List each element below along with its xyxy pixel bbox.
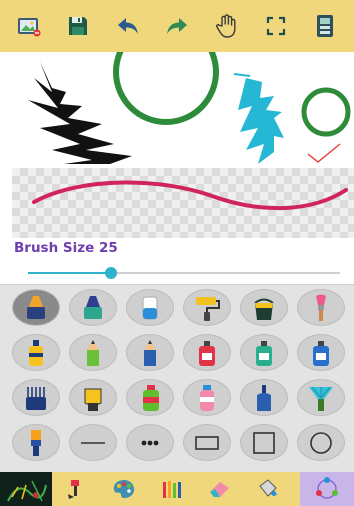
hand-icon[interactable] — [208, 8, 244, 44]
pencil-blue-tool[interactable] — [126, 334, 174, 371]
undo-icon[interactable] — [110, 8, 146, 44]
crayon-navy-tool[interactable] — [12, 289, 60, 326]
marker-blue-tool[interactable] — [126, 289, 174, 326]
pencils-icon[interactable] — [148, 472, 196, 506]
bottom-toolbar — [0, 472, 354, 506]
comb-brush-tool[interactable] — [12, 379, 60, 416]
bottle-teal-tool[interactable] — [240, 334, 288, 371]
paint-roller-tool[interactable] — [183, 289, 231, 326]
bottle-blue-tool[interactable] — [297, 334, 345, 371]
brush-size-slider[interactable] — [14, 263, 340, 283]
fill-icon[interactable] — [244, 472, 292, 506]
brush-tip-tool[interactable] — [12, 424, 60, 461]
line-tool[interactable] — [69, 424, 117, 461]
rectangle-tool[interactable] — [183, 424, 231, 461]
glove-tool[interactable] — [69, 379, 117, 416]
eraser-icon[interactable] — [196, 472, 244, 506]
slider-thumb[interactable] — [105, 267, 118, 279]
save-icon[interactable] — [60, 8, 96, 44]
paintbrush-icon[interactable] — [52, 472, 100, 506]
brush-size-label: Brush Size 25 — [14, 240, 118, 256]
dotted-line-tool[interactable] — [126, 424, 174, 461]
redo-icon[interactable] — [159, 8, 195, 44]
pencil-green-tool[interactable] — [69, 334, 117, 371]
circle-tool[interactable] — [297, 424, 345, 461]
slider-track-filled — [28, 272, 112, 274]
brush-preview — [12, 168, 354, 238]
crayon-teal-tool[interactable] — [69, 289, 117, 326]
paint-bucket-tool[interactable] — [240, 289, 288, 326]
artwork-thumbnail[interactable] — [0, 472, 52, 506]
bottle-red-tool[interactable] — [183, 334, 231, 371]
layers-icon[interactable] — [307, 8, 343, 44]
palette-icon[interactable] — [100, 472, 148, 506]
color-wheel-icon[interactable] — [300, 472, 354, 506]
square-tool[interactable] — [240, 424, 288, 461]
fullscreen-icon[interactable] — [258, 8, 294, 44]
slider-track — [111, 272, 340, 274]
drawing-canvas[interactable] — [12, 52, 354, 168]
tool-palette — [0, 284, 354, 473]
marker-yellow-tool[interactable] — [12, 334, 60, 371]
bottle-navy-tool[interactable] — [240, 379, 288, 416]
image-icon[interactable] — [11, 8, 47, 44]
spray-pink-tool[interactable] — [183, 379, 231, 416]
brush-stroke-preview — [32, 180, 348, 211]
top-toolbar — [0, 0, 354, 52]
brush-pink-tool[interactable] — [297, 289, 345, 326]
fan-brush-tool[interactable] — [297, 379, 345, 416]
spray-green-tool[interactable] — [126, 379, 174, 416]
